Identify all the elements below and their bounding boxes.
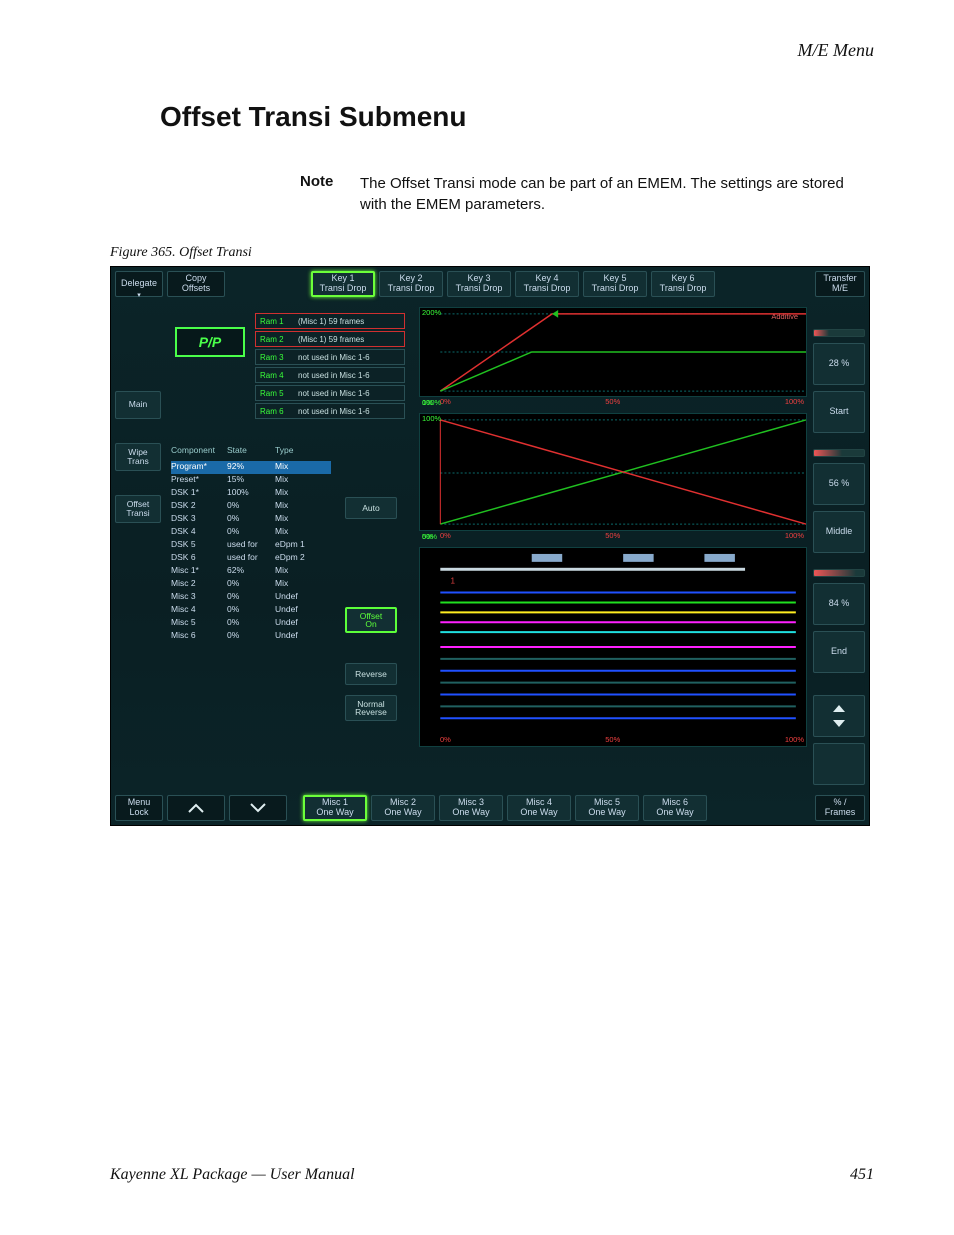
additive-label: Additive [771, 312, 798, 321]
additive-svg [420, 308, 806, 396]
note-text: The Offset Transi mode can be part of an… [360, 173, 874, 215]
misc6-button[interactable]: Misc 6 One Way [643, 795, 707, 821]
table-row[interactable]: Misc 40%Undef [171, 604, 331, 617]
note-block: Note The Offset Transi mode can be part … [300, 173, 874, 215]
ram-row[interactable]: Ram 6not used in Misc 1-6 [255, 403, 405, 419]
end-label[interactable]: End [813, 631, 865, 673]
curve-svg [420, 414, 806, 530]
mid-area: P/P Ram 1(Misc 1) 59 frames Ram 2(Misc 1… [167, 307, 807, 785]
component-table: ComponentStateType Program*92%Mix Preset… [171, 445, 331, 643]
table-row[interactable]: Misc 30%Undef [171, 591, 331, 604]
end-slider[interactable] [813, 569, 865, 577]
footer-page-number: 451 [850, 1166, 874, 1184]
table-row[interactable]: DSK 5used foreDpm 1 [171, 539, 331, 552]
auto-button[interactable]: Auto [345, 497, 397, 519]
footer-left: Kayenne XL Package — User Manual [110, 1166, 355, 1184]
table-row[interactable]: DSK 40%Mix [171, 526, 331, 539]
end-percent: 84 % [813, 583, 865, 625]
chevron-down-icon [249, 802, 267, 814]
ram-row[interactable]: Ram 4not used in Misc 1-6 [255, 367, 405, 383]
key6-transidrop-button[interactable]: Key 6 Transi Drop [651, 271, 715, 297]
timeline-svg: 1 [420, 548, 806, 746]
offset-transi-tab[interactable]: Offset Transi [115, 495, 161, 523]
page-footer: Kayenne XL Package — User Manual 451 [110, 1166, 874, 1184]
updown-icon [831, 703, 847, 729]
main-tab[interactable]: Main [115, 391, 161, 419]
table-row[interactable]: DSK 20%Mix [171, 500, 331, 513]
table-row[interactable]: Misc 1*62%Mix [171, 565, 331, 578]
start-slider[interactable] [813, 329, 865, 337]
pp-indicator[interactable]: P/P [175, 327, 245, 357]
left-tabs: Main Wipe Trans Offset Transi [115, 307, 161, 785]
misc4-button[interactable]: Misc 4 One Way [507, 795, 571, 821]
ram-list: Ram 1(Misc 1) 59 frames Ram 2(Misc 1) 59… [255, 313, 405, 421]
table-row[interactable]: DSK 30%Mix [171, 513, 331, 526]
table-row[interactable]: Misc 60%Undef [171, 630, 331, 643]
table-row[interactable]: Program*92%Mix [171, 461, 331, 474]
ram-row[interactable]: Ram 3not used in Misc 1-6 [255, 349, 405, 365]
key2-transidrop-button[interactable]: Key 2 Transi Drop [379, 271, 443, 297]
key4-transidrop-button[interactable]: Key 4 Transi Drop [515, 271, 579, 297]
bottom-button-row: Menu Lock Misc 1 One Way Misc 2 One Way … [111, 791, 869, 825]
reverse-button[interactable]: Reverse [345, 663, 397, 685]
middle-slider[interactable] [813, 449, 865, 457]
misc1-button[interactable]: Misc 1 One Way [303, 795, 367, 821]
menu-lock-button[interactable]: Menu Lock [115, 795, 163, 821]
table-row[interactable]: Misc 20%Mix [171, 578, 331, 591]
percent-frames-button[interactable]: % / Frames [815, 795, 865, 821]
additive-graph: Additive 200% 100% 0% 0% 50% 100% [419, 307, 807, 397]
misc3-button[interactable]: Misc 3 One Way [439, 795, 503, 821]
offset-transi-screenshot: Delegate▾ Copy Offsets Key 1 Transi Drop… [110, 266, 870, 826]
table-row[interactable]: DSK 6used foreDpm 2 [171, 552, 331, 565]
table-row[interactable]: DSK 1*100%Mix [171, 487, 331, 500]
header-section: M/E Menu [110, 40, 874, 61]
delegate-button[interactable]: Delegate▾ [115, 271, 163, 297]
blank-button[interactable] [813, 743, 865, 785]
up-arrow-button[interactable] [167, 795, 225, 821]
start-label[interactable]: Start [813, 391, 865, 433]
down-arrow-button[interactable] [229, 795, 287, 821]
start-percent: 28 % [813, 343, 865, 385]
key3-transidrop-button[interactable]: Key 3 Transi Drop [447, 271, 511, 297]
offset-on-button[interactable]: Offset On [345, 607, 397, 633]
figure-caption: Figure 365. Offset Transi [110, 245, 874, 261]
middle-percent: 56 % [813, 463, 865, 505]
key1-transidrop-button[interactable]: Key 1 Transi Drop [311, 271, 375, 297]
key5-transidrop-button[interactable]: Key 5 Transi Drop [583, 271, 647, 297]
timeline-graph: 1 0% 50% 100% [419, 547, 807, 747]
curve-graph: 100% 50% 0% 0% 50% 100% [419, 413, 807, 531]
misc2-button[interactable]: Misc 2 One Way [371, 795, 435, 821]
svg-text:1: 1 [450, 577, 455, 586]
top-button-row: Delegate▾ Copy Offsets Key 1 Transi Drop… [111, 267, 869, 301]
ram-row[interactable]: Ram 2(Misc 1) 59 frames [255, 331, 405, 347]
right-slider-column: 28 % Start 56 % Middle 84 % End [813, 329, 865, 785]
middle-label[interactable]: Middle [813, 511, 865, 553]
normal-reverse-button[interactable]: Normal Reverse [345, 695, 397, 721]
transfer-me-button[interactable]: Transfer M/E [815, 271, 865, 297]
ram-row[interactable]: Ram 1(Misc 1) 59 frames [255, 313, 405, 329]
page-title: Offset Transi Submenu [160, 101, 874, 133]
table-row[interactable]: Preset*15%Mix [171, 474, 331, 487]
misc5-button[interactable]: Misc 5 One Way [575, 795, 639, 821]
ram-row[interactable]: Ram 5not used in Misc 1-6 [255, 385, 405, 401]
copy-offsets-button[interactable]: Copy Offsets [167, 271, 225, 297]
note-label: Note [300, 173, 360, 215]
table-row[interactable]: Misc 50%Undef [171, 617, 331, 630]
chevron-up-icon [187, 802, 205, 814]
updown-stepper[interactable] [813, 695, 865, 737]
wipe-trans-tab[interactable]: Wipe Trans [115, 443, 161, 471]
